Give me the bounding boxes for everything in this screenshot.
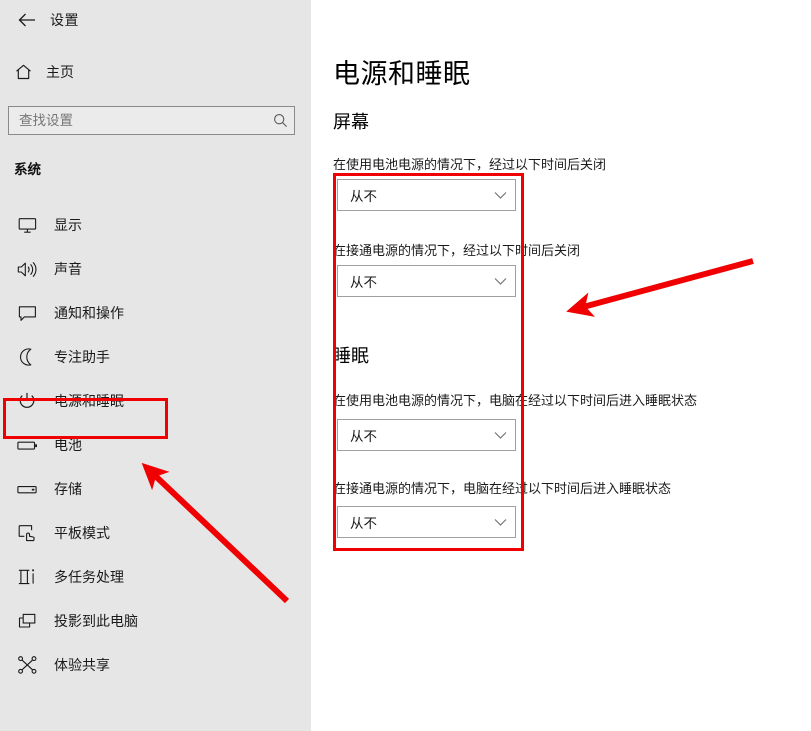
search-box[interactable] <box>8 106 295 135</box>
sidebar-item-power-and-sleep[interactable]: 电源和睡眠 <box>0 379 311 423</box>
project-icon <box>8 613 46 630</box>
chevron-down-icon[interactable] <box>485 277 515 286</box>
dropdown-sleep-battery[interactable]: 从不 <box>337 419 516 451</box>
sidebar-item-label: 投影到此电脑 <box>54 614 138 630</box>
dropdown-value: 从不 <box>350 429 377 445</box>
sidebar-item-battery[interactable]: 电池 <box>0 423 311 467</box>
sidebar-group-title: 系统 <box>14 162 41 178</box>
field-label-screen-plugged: 在接通电源的情况下，经过以下时间后关闭 <box>333 244 581 259</box>
home-icon <box>6 64 40 80</box>
sidebar-item-notifications[interactable]: 通知和操作 <box>0 291 311 335</box>
moon-icon <box>8 348 46 366</box>
title-bar: 设置 <box>0 0 311 40</box>
battery-icon <box>8 439 46 452</box>
power-icon <box>8 392 46 410</box>
speaker-icon <box>8 261 46 278</box>
dropdown-value: 从不 <box>350 189 377 205</box>
section-heading-sleep: 睡眠 <box>333 346 369 367</box>
sidebar-item-home[interactable]: 主页 <box>0 56 311 88</box>
search-input[interactable] <box>9 107 266 134</box>
notification-icon <box>8 305 46 322</box>
sidebar-item-display[interactable]: 显示 <box>0 203 311 247</box>
main-content: 电源和睡眠 屏幕 在使用电池电源的情况下，经过以下时间后关闭 从不 在接通电源的… <box>311 0 811 731</box>
monitor-icon <box>8 217 46 234</box>
share-icon <box>8 656 46 674</box>
dropdown-value: 从不 <box>350 516 377 532</box>
sidebar-item-tablet-mode[interactable]: 平板模式 <box>0 511 311 555</box>
search-icon[interactable] <box>266 113 294 128</box>
sidebar-item-label: 专注助手 <box>54 350 110 366</box>
sidebar-item-label: 电池 <box>54 438 82 454</box>
page-title: 电源和睡眠 <box>333 59 471 90</box>
sidebar-item-label: 声音 <box>54 262 82 278</box>
dropdown-sleep-plugged[interactable]: 从不 <box>337 506 516 538</box>
multitask-icon <box>8 568 46 586</box>
dropdown-screen-battery[interactable]: 从不 <box>337 179 516 211</box>
chevron-down-icon[interactable] <box>485 191 515 200</box>
sidebar-nav: 显示 声音 通知和操作 专注助手 电源和睡眠 电池 存储 平板模式 多任务处理 … <box>0 203 311 687</box>
sidebar-item-label: 存储 <box>54 482 82 498</box>
settings-window: 设置 主页 系统 <box>0 0 811 731</box>
storage-icon <box>8 483 46 496</box>
sidebar-item-label: 体验共享 <box>54 658 110 674</box>
sidebar-item-sound[interactable]: 声音 <box>0 247 311 291</box>
sidebar-item-shared-experiences[interactable]: 体验共享 <box>0 643 311 687</box>
sidebar-item-label: 多任务处理 <box>54 570 124 586</box>
sidebar-item-focus-assist[interactable]: 专注助手 <box>0 335 311 379</box>
field-label-sleep-battery: 在使用电池电源的情况下，电脑在经过以下时间后进入睡眠状态 <box>333 394 698 409</box>
dropdown-screen-plugged[interactable]: 从不 <box>337 265 516 297</box>
sidebar-item-storage[interactable]: 存储 <box>0 467 311 511</box>
sidebar-item-projecting[interactable]: 投影到此电脑 <box>0 599 311 643</box>
sidebar-item-label: 平板模式 <box>54 526 110 542</box>
sidebar-item-label: 通知和操作 <box>54 306 124 322</box>
field-label-screen-battery: 在使用电池电源的情况下，经过以下时间后关闭 <box>333 158 607 173</box>
chevron-down-icon[interactable] <box>485 518 515 527</box>
dropdown-value: 从不 <box>350 275 377 291</box>
back-button[interactable] <box>8 5 46 35</box>
tablet-icon <box>8 524 46 542</box>
chevron-down-icon[interactable] <box>485 431 515 440</box>
sidebar-home-label: 主页 <box>46 65 74 81</box>
section-heading-screen: 屏幕 <box>333 112 369 133</box>
sidebar-item-label: 电源和睡眠 <box>54 394 124 410</box>
sidebar: 设置 主页 系统 <box>0 0 311 731</box>
field-label-sleep-plugged: 在接通电源的情况下，电脑在经过以下时间后进入睡眠状态 <box>333 482 672 497</box>
sidebar-item-label: 显示 <box>54 218 82 234</box>
sidebar-item-multitasking[interactable]: 多任务处理 <box>0 555 311 599</box>
back-arrow-icon <box>18 13 35 27</box>
window-title: 设置 <box>50 13 79 29</box>
